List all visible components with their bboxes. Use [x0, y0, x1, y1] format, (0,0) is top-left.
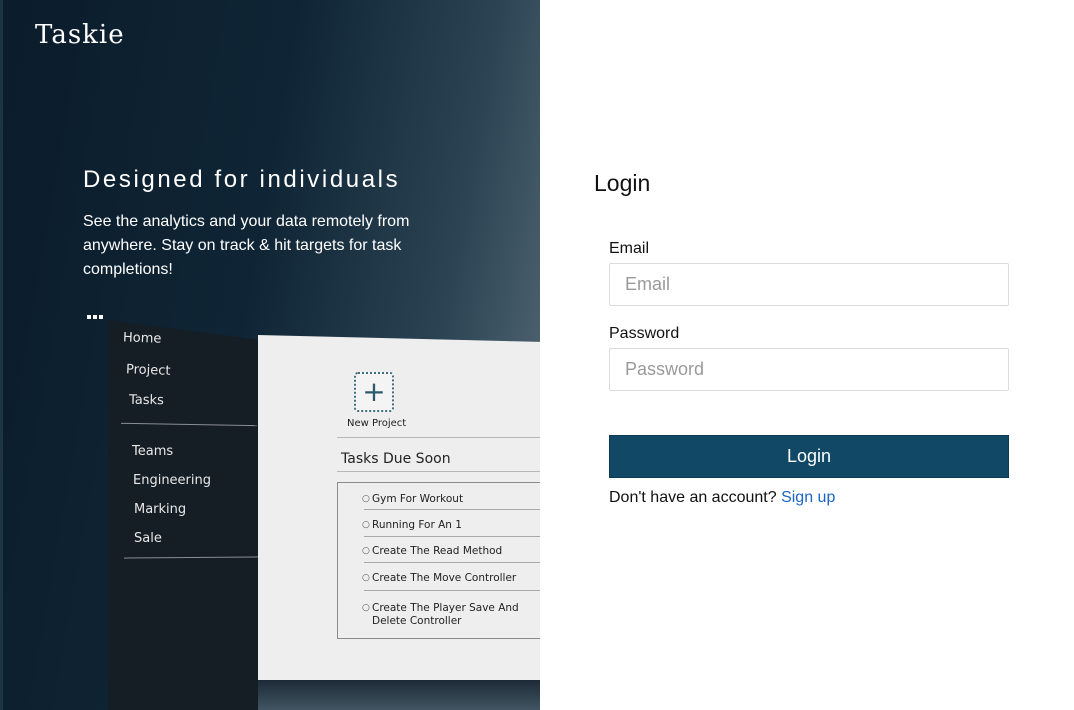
new-project-label: New Project	[347, 418, 407, 429]
mockup-nav-sale: Sale	[134, 531, 162, 546]
signup-link[interactable]: Sign up	[781, 489, 835, 506]
task-divider	[364, 509, 540, 510]
task-divider	[364, 562, 540, 563]
app-preview-mockup: Home Project Tasks Teams Engineering Mar…	[108, 320, 540, 710]
mockup-sidebar	[108, 320, 262, 710]
mockup-nav-engineering: Engineering	[133, 473, 211, 488]
mockup-nav-marking: Marking	[134, 502, 187, 517]
task-item: ○ Running For An 1	[362, 519, 462, 531]
email-label: Email	[609, 240, 650, 257]
hero-edge	[0, 0, 3, 710]
login-button[interactable]: Login	[609, 435, 1009, 478]
task-item: ○ Create The Move Controller	[362, 572, 517, 584]
task-item: ○ Create The Read Method	[362, 545, 503, 557]
mockup-base	[258, 680, 540, 710]
password-input[interactable]	[609, 348, 1009, 391]
mockup-nav-home: Home	[122, 330, 162, 347]
carousel-dots-icon	[87, 315, 103, 319]
signup-prompt: Don't have an account?	[609, 489, 777, 506]
hero-panel: Taskie Designed for individuals See the …	[0, 0, 540, 710]
task-item: ○ Create The Player Save And Delete Contr…	[362, 602, 519, 627]
mockup-nav-project: Project	[125, 362, 171, 379]
hero-description: See the analytics and your data remotely…	[83, 213, 410, 278]
brand-logo: Taskie	[35, 20, 125, 50]
mockup-divider	[337, 437, 540, 438]
task-divider	[364, 590, 540, 591]
task-item: ○ Gym For Workout	[362, 493, 464, 505]
plus-icon: +	[354, 372, 394, 412]
mockup-nav-tasks: Tasks	[128, 392, 164, 409]
hero-title: Designed for individuals	[83, 166, 401, 193]
mockup-nav-teams: Teams	[132, 444, 174, 459]
email-input[interactable]	[609, 263, 1009, 306]
mockup-divider	[337, 471, 540, 472]
signup-row: Don't have an account? Sign up	[609, 489, 835, 507]
task-divider	[364, 536, 540, 537]
password-label: Password	[609, 325, 680, 342]
tasks-due-soon-title: Tasks Due Soon	[341, 451, 451, 467]
login-title: Login	[594, 170, 651, 196]
